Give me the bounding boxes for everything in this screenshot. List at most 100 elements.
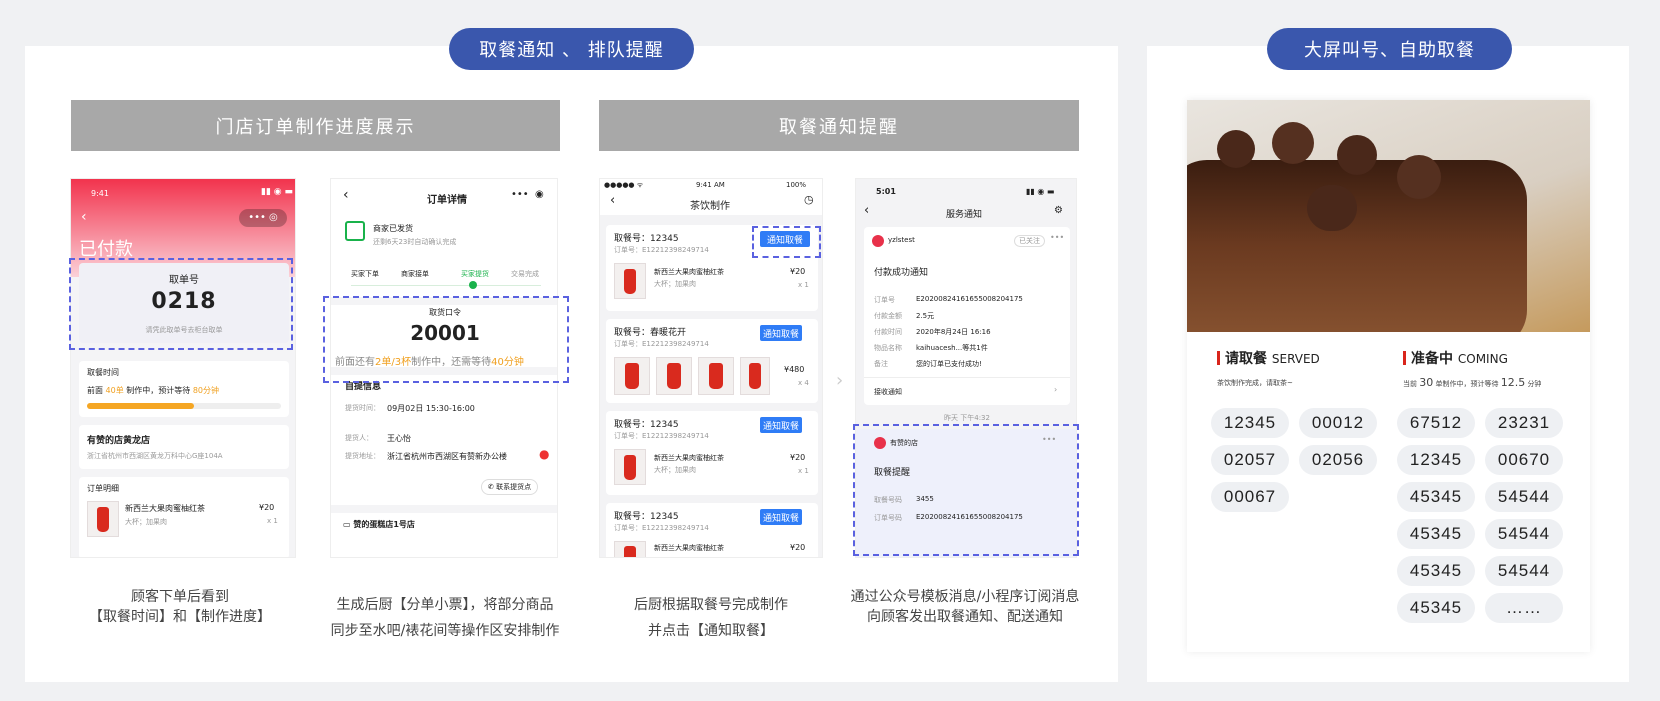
order-sub: 订单号：E12212398249714 <box>614 340 709 348</box>
order-card: 取餐号：12345 订单号：E12212398249714 通知取餐 新西兰大果… <box>606 503 818 557</box>
caption-1: 顾客下单后看到 【取餐时间】和【制作进度】 <box>89 589 271 625</box>
auto-confirm: 还剩6天23时自动确认完成 <box>373 238 457 246</box>
pickup-number-chip: …… <box>1485 593 1563 623</box>
store-card[interactable]: 有赞的店黄龙店 浙江省杭州市西湖区黄龙万科中心G座104A <box>79 425 289 469</box>
order-card: 取餐号：12345 订单号：E12212398249714 通知取餐 新西兰大果… <box>606 411 818 495</box>
step-label: 商家接单 <box>401 270 429 278</box>
contact-pickup-button[interactable]: ✆ 联系提货点 <box>481 479 539 495</box>
payment-notice-card[interactable]: yzlstest 已关注 ••• 付款成功通知 订单号 E202008241616… <box>864 227 1070 405</box>
item-price: ¥20 <box>790 543 806 552</box>
progress-fill <box>87 403 194 409</box>
caption-4: 通过公众号模板消息/小程序订阅消息 向顾客发出取餐通知、配送通知 <box>850 589 1080 625</box>
order-detail-label: 订单明细 <box>87 484 119 493</box>
pickup-time-card: 取餐时间 前面 40单 制作中，预计等待 80分钟 <box>79 361 289 417</box>
notify-pickup-button[interactable]: 通知取餐 <box>760 417 802 433</box>
clock-icon[interactable]: ◷ <box>804 193 814 206</box>
tea-thumbnail <box>614 263 646 299</box>
step-line <box>351 285 541 286</box>
shop-name: ▭ 赞的蛋糕店1号店 <box>343 520 415 529</box>
item-qty: x 1 <box>798 467 809 475</box>
brand-logo <box>872 235 884 247</box>
location-pin-icon[interactable]: ● <box>539 447 549 461</box>
item-name: 新西兰大果肉蜜柚红茶 <box>654 544 724 552</box>
item-qty: x 4 <box>798 379 809 387</box>
truffle <box>1307 185 1357 231</box>
truffle <box>1272 122 1314 164</box>
item-qty: x 1 <box>267 517 278 525</box>
store-name: 有赞的店黄龙店 <box>87 436 151 446</box>
notice-value: 2020年8月24日 16:16 <box>916 328 991 336</box>
pickup-time-value: 09月02日 15:30-16:00 <box>387 404 475 413</box>
notify-pickup-button[interactable]: 通知取餐 <box>760 509 802 525</box>
pickup-number-chip: 02056 <box>1299 445 1377 475</box>
item-name: 新西兰大果肉蜜柚红茶 <box>125 504 205 513</box>
item-spec: 大杯；加果肉 <box>654 466 696 474</box>
back-icon[interactable]: ‹ <box>864 203 869 218</box>
service-title: 服务通知 <box>946 210 983 220</box>
step-dot <box>469 281 477 289</box>
item-spec: 大杯；加果肉 <box>125 518 167 526</box>
order-sub: 订单号：E12212398249714 <box>614 246 709 254</box>
tea-page-title: 茶饮制作 <box>690 201 730 212</box>
notice-key: 备注 <box>874 360 888 368</box>
order-sub: 订单号：E12212398249714 <box>614 432 709 440</box>
item-qty: x 1 <box>798 281 809 289</box>
step-label: 买家提货 <box>461 270 489 278</box>
tea-thumbnail <box>614 357 650 395</box>
more-icon[interactable]: ••• ◉ <box>511 189 544 200</box>
served-heading: 请取餐 SERVED <box>1217 348 1320 368</box>
item-spec: 大杯；加果肉 <box>654 280 696 288</box>
back-icon[interactable]: ‹ <box>343 187 349 203</box>
tea-thumbnail <box>87 501 119 537</box>
truffle <box>1217 130 1255 168</box>
notice-title: 付款成功通知 <box>874 268 929 278</box>
divider <box>331 505 557 513</box>
pickup-number-chip: 00670 <box>1485 445 1563 475</box>
step-label: 交易完成 <box>511 270 539 278</box>
notice-value: kaihuacesh...等共1件 <box>916 344 988 352</box>
tea-thumbnail <box>614 541 646 557</box>
pickup-time-label: 取餐时间 <box>87 368 119 377</box>
order-detail-title: 订单详情 <box>427 195 467 206</box>
truffle <box>1397 155 1441 199</box>
more-icon[interactable]: ••• <box>1050 233 1064 242</box>
highlight-pickup-code <box>323 296 569 383</box>
order-no: 取餐号：春暖花开 <box>614 328 687 338</box>
pickup-number-chip: 54544 <box>1485 519 1563 549</box>
notice-value: 2.5元 <box>916 312 935 320</box>
back-icon[interactable]: ‹ <box>81 209 87 225</box>
caption-3: 后厨根据取餐号完成制作 并点击【通知取餐】 <box>634 597 788 639</box>
item-price: ¥20 <box>790 267 806 276</box>
capsule-menu[interactable]: ••• ◎ <box>239 209 287 227</box>
sender-name: yzlstest <box>888 236 915 244</box>
highlight-pickup-reminder <box>853 424 1079 556</box>
pickup-number-chip: 00067 <box>1211 482 1289 512</box>
item-price: ¥20 <box>259 503 275 512</box>
shipped-status: 商家已发货 <box>373 224 413 233</box>
pickup-number-chip: 67512 <box>1397 408 1475 438</box>
notify-pickup-button[interactable]: 通知取餐 <box>760 325 802 341</box>
coming-heading: 准备中 COMING <box>1403 348 1508 368</box>
status-time: 9:41 <box>91 189 109 198</box>
order-sub: 订单号：E12212398249714 <box>614 524 709 532</box>
phone-paid-order: 9:41 ▮▮ ◉ ▬ ‹ ••• ◎ 已付款 取单号 0218 请凭此取单号去… <box>70 178 296 558</box>
big-screen: 请取餐 SERVED 茶饮制作完成，请取茶~ 准备中 COMING 当前 30 … <box>1187 100 1590 652</box>
progress-track <box>87 403 281 409</box>
chevron-right-icon: › <box>1054 385 1058 394</box>
highlight-pickup-number <box>69 258 293 350</box>
pickup-time-key: 提货时间： <box>345 404 380 412</box>
gear-icon[interactable]: ⚙ <box>1054 205 1063 216</box>
signal-icon: ●●●●● ᯤ <box>604 181 644 189</box>
order-detail-card: 订单明细 新西兰大果肉蜜柚红茶 大杯；加果肉 ¥20 x 1 <box>79 477 289 557</box>
progress-group-header: 门店订单制作进度展示 <box>71 100 560 151</box>
order-card: 取餐号：春暖花开 订单号：E12212398249714 通知取餐 ¥480 x… <box>606 319 818 403</box>
pickup-number-chip: 23231 <box>1485 408 1563 438</box>
queue-text: 前面 40单 制作中，预计等待 80分钟 <box>87 386 220 395</box>
notice-key: 订单号 <box>874 296 895 304</box>
back-icon[interactable]: ‹ <box>610 193 615 208</box>
pickup-number-chip: 45345 <box>1397 556 1475 586</box>
truffle <box>1337 135 1377 175</box>
arrow-right-icon: › <box>836 370 844 391</box>
pickup-number-chip: 45345 <box>1397 593 1475 623</box>
cake-body <box>1187 160 1527 332</box>
